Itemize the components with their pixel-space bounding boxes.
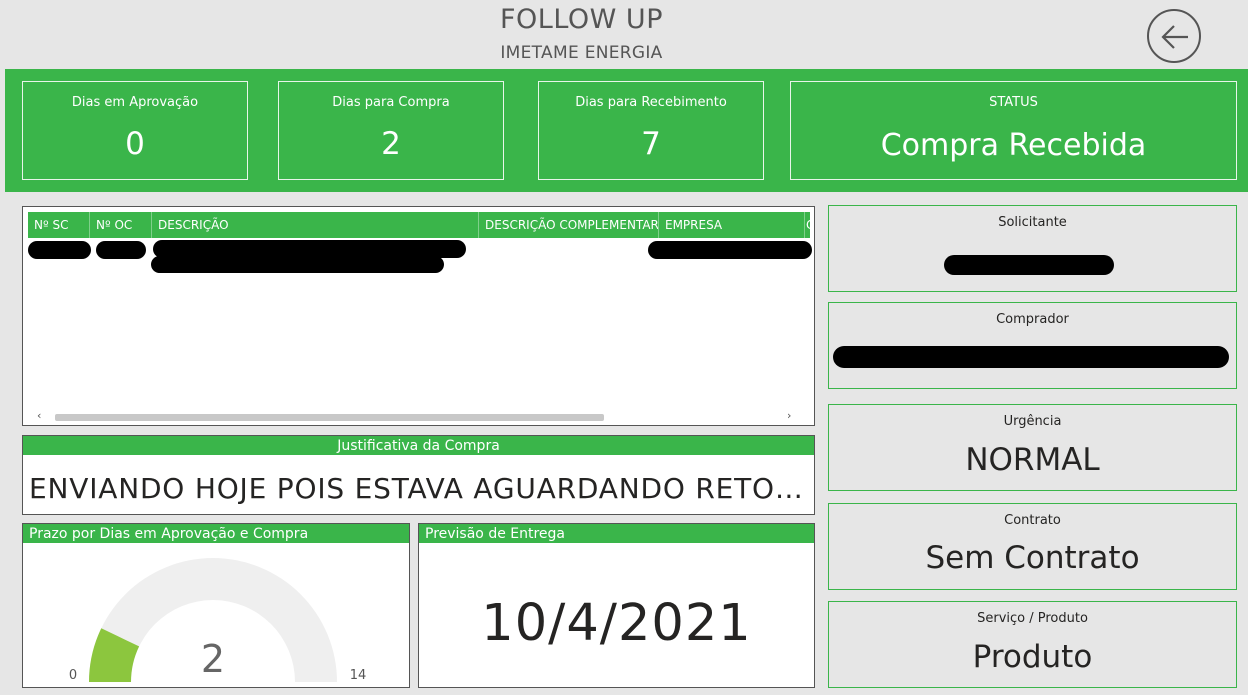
justification-card: Justificativa da Compra ENVIANDO HOJE PO…	[22, 435, 815, 515]
report-header: FOLLOW UP IMETAME ENERGIA	[0, 0, 1248, 69]
kpi-dias-compra: Dias para Compra 2	[278, 81, 504, 180]
column-header[interactable]: DESCRIÇÃO COMPLEMENTAR	[479, 212, 659, 238]
kpi-value: 0	[125, 126, 145, 162]
scrollbar-thumb[interactable]	[55, 414, 604, 421]
page-subtitle: IMETAME ENERGIA	[500, 43, 663, 63]
gauge-max: 14	[350, 668, 367, 683]
redacted-requester-name	[944, 255, 1114, 275]
gauge-min: 0	[69, 668, 77, 683]
redacted-company	[648, 241, 812, 259]
justification-header: Justificativa da Compra	[23, 436, 814, 455]
requester-label: Solicitante	[998, 215, 1067, 230]
gauge-value: 2	[201, 637, 225, 681]
kpi-label: Dias para Recebimento	[575, 95, 727, 110]
gauge-title: Prazo por Dias em Aprovação e Compra	[23, 524, 409, 543]
service-product-card: Serviço / Produto Produto	[828, 601, 1237, 688]
kpi-dias-aprovacao: Dias em Aprovação 0	[22, 81, 248, 180]
delivery-forecast-card: Previsão de Entrega 10/4/2021	[418, 523, 815, 688]
kpi-label: Dias para Compra	[332, 95, 450, 110]
scroll-right-icon[interactable]: ›	[787, 409, 791, 422]
kpi-dias-recebimento: Dias para Recebimento 7	[538, 81, 764, 180]
contract-label: Contrato	[1004, 513, 1061, 528]
buyer-label: Comprador	[996, 312, 1069, 327]
horizontal-scrollbar[interactable]: ‹ ›	[28, 409, 810, 423]
column-header[interactable]: C	[805, 212, 814, 238]
service-product-value: Produto	[972, 639, 1093, 675]
gauge-chart: 2 0 14	[69, 558, 367, 683]
kpi-label: Dias em Aprovação	[71, 95, 199, 110]
urgency-card: Urgência NORMAL	[828, 404, 1237, 491]
buyer-card: Comprador	[828, 302, 1237, 389]
contract-value: Sem Contrato	[925, 540, 1140, 576]
status-value: Compra Recebida	[880, 128, 1147, 163]
kpi-band: Dias em Aprovação 0 Dias para Compra 2 D…	[5, 69, 1248, 192]
redacted-buyer-name	[833, 346, 1229, 368]
column-header[interactable]: EMPRESA	[659, 212, 805, 238]
requester-card: Solicitante	[828, 205, 1237, 292]
service-product-label: Serviço / Produto	[977, 611, 1088, 626]
table-header: Nº SC Nº OC DESCRIÇÃO DESCRIÇÃO COMPLEME…	[28, 212, 814, 238]
back-button[interactable]	[1147, 9, 1201, 63]
scroll-left-icon[interactable]: ‹	[37, 409, 41, 422]
redacted-sc-number	[28, 241, 91, 259]
page-title: FOLLOW UP	[500, 4, 663, 35]
delivery-forecast-title: Previsão de Entrega	[419, 524, 814, 543]
kpi-value: 2	[381, 126, 401, 162]
redacted-description-line-2	[151, 256, 444, 273]
column-header[interactable]: Nº SC	[28, 212, 90, 238]
kpi-status: STATUS Compra Recebida	[790, 81, 1237, 180]
purchase-table[interactable]: Nº SC Nº OC DESCRIÇÃO DESCRIÇÃO COMPLEME…	[22, 206, 815, 426]
gauge-card: Prazo por Dias em Aprovação e Compra 2 0…	[22, 523, 410, 688]
urgency-label: Urgência	[1003, 414, 1062, 429]
column-header[interactable]: DESCRIÇÃO	[152, 212, 479, 238]
column-header[interactable]: Nº OC	[90, 212, 152, 238]
arrow-left-circle-icon	[1161, 25, 1188, 49]
urgency-value: NORMAL	[965, 442, 1100, 478]
kpi-value: 7	[641, 126, 661, 162]
kpi-label: STATUS	[989, 95, 1038, 110]
delivery-date: 10/4/2021	[481, 594, 752, 653]
redacted-oc-number	[96, 241, 146, 259]
contract-card: Contrato Sem Contrato	[828, 503, 1237, 590]
justification-text: ENVIANDO HOJE POIS ESTAVA AGUARDANDO RET…	[29, 472, 809, 505]
